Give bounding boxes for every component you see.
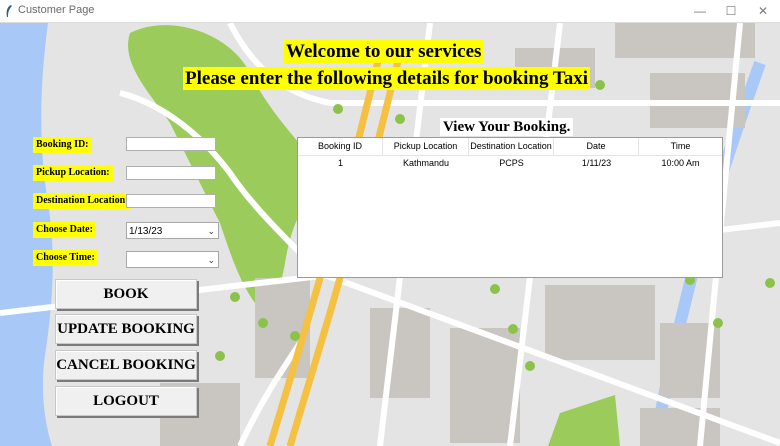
- instruction-heading: Please enter the following details for b…: [183, 67, 591, 90]
- choose-time-label: Choose Time:: [33, 250, 98, 266]
- table-row[interactable]: 1 Kathmandu PCPS 1/11/23 10:00 Am: [298, 156, 722, 171]
- chevron-down-icon[interactable]: ⌄: [207, 223, 215, 240]
- update-booking-button[interactable]: UPDATE BOOKING: [55, 314, 197, 344]
- cell-booking-id: 1: [337, 158, 343, 168]
- feather-icon: [6, 5, 12, 17]
- date-value: 1/13/23: [129, 226, 163, 237]
- pickup-location-label: Pickup Location:: [33, 165, 113, 181]
- book-button[interactable]: BOOK: [55, 279, 197, 309]
- cell-destination-location: PCPS: [499, 158, 524, 168]
- welcome-heading: Welcome to our services: [284, 40, 484, 63]
- cell-time: 10:00 Am: [661, 158, 700, 168]
- column-header[interactable]: Destination Location: [469, 138, 554, 155]
- logout-button[interactable]: LOGOUT: [55, 386, 197, 416]
- cancel-booking-button[interactable]: CANCEL BOOKING: [55, 350, 197, 380]
- booking-id-label: Booking ID:: [33, 137, 92, 153]
- column-header[interactable]: Booking ID: [298, 138, 383, 155]
- cell-date: 1/11/23: [581, 158, 612, 168]
- title-bar: Customer Page — ☐ ✕: [0, 0, 780, 23]
- chevron-down-icon[interactable]: ⌄: [207, 252, 215, 269]
- choose-date-label: Choose Date:: [33, 222, 96, 238]
- close-button[interactable]: ✕: [748, 2, 778, 20]
- view-booking-title: View Your Booking.: [440, 118, 574, 136]
- column-header[interactable]: Pickup Location: [383, 138, 469, 155]
- minimize-button[interactable]: —: [685, 2, 715, 20]
- destination-location-input[interactable]: [126, 194, 216, 208]
- time-select[interactable]: ⌄: [126, 251, 219, 268]
- column-header[interactable]: Time: [639, 138, 722, 155]
- pickup-location-input[interactable]: [126, 166, 216, 180]
- booking-id-input[interactable]: [126, 137, 216, 151]
- table-header: Booking ID Pickup Location Destination L…: [298, 138, 722, 156]
- cell-pickup-location: Kathmandu: [402, 158, 450, 168]
- bookings-table[interactable]: Booking ID Pickup Location Destination L…: [297, 137, 723, 278]
- destination-location-label: Destination Location:: [33, 193, 132, 209]
- maximize-button[interactable]: ☐: [716, 2, 746, 20]
- column-header[interactable]: Date: [554, 138, 639, 155]
- window-title: Customer Page: [18, 4, 95, 16]
- date-picker[interactable]: 1/13/23 ⌄: [126, 222, 219, 239]
